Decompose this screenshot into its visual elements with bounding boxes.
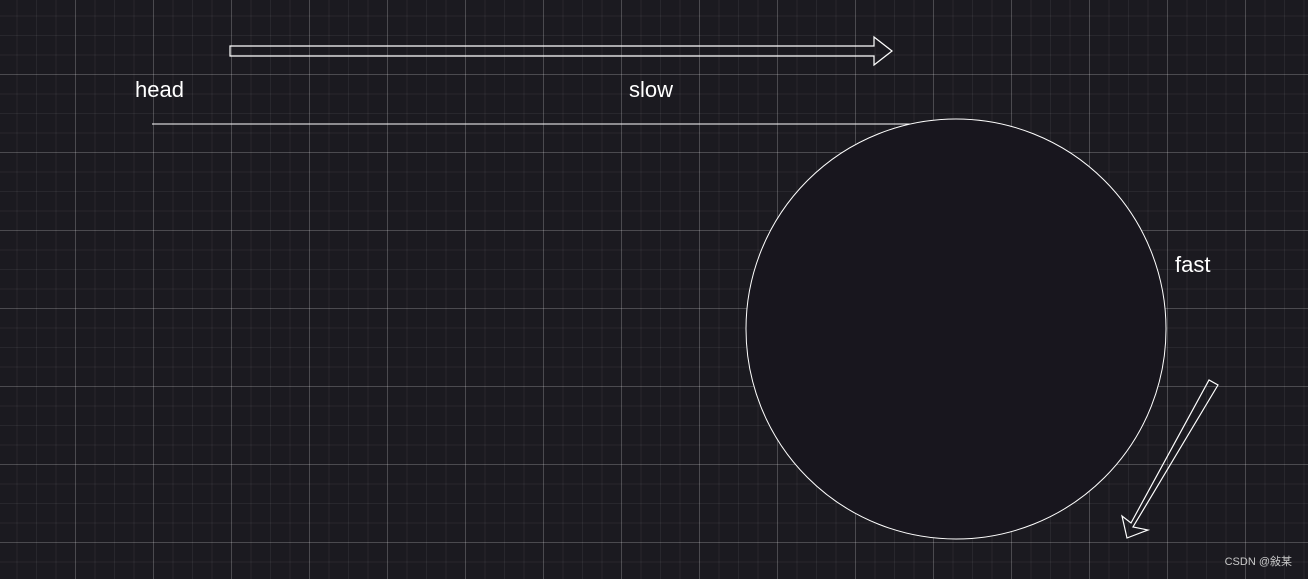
watermark: CSDN @敍某	[1224, 556, 1292, 568]
cycle-circle	[745, 118, 1167, 540]
diagram-canvas: head slow fast CSDN @敍某	[0, 0, 1308, 579]
slow-label: slow	[629, 77, 674, 102]
fast-label: fast	[1175, 252, 1211, 277]
slow-arrow	[229, 35, 893, 67]
head-label: head	[135, 77, 184, 102]
